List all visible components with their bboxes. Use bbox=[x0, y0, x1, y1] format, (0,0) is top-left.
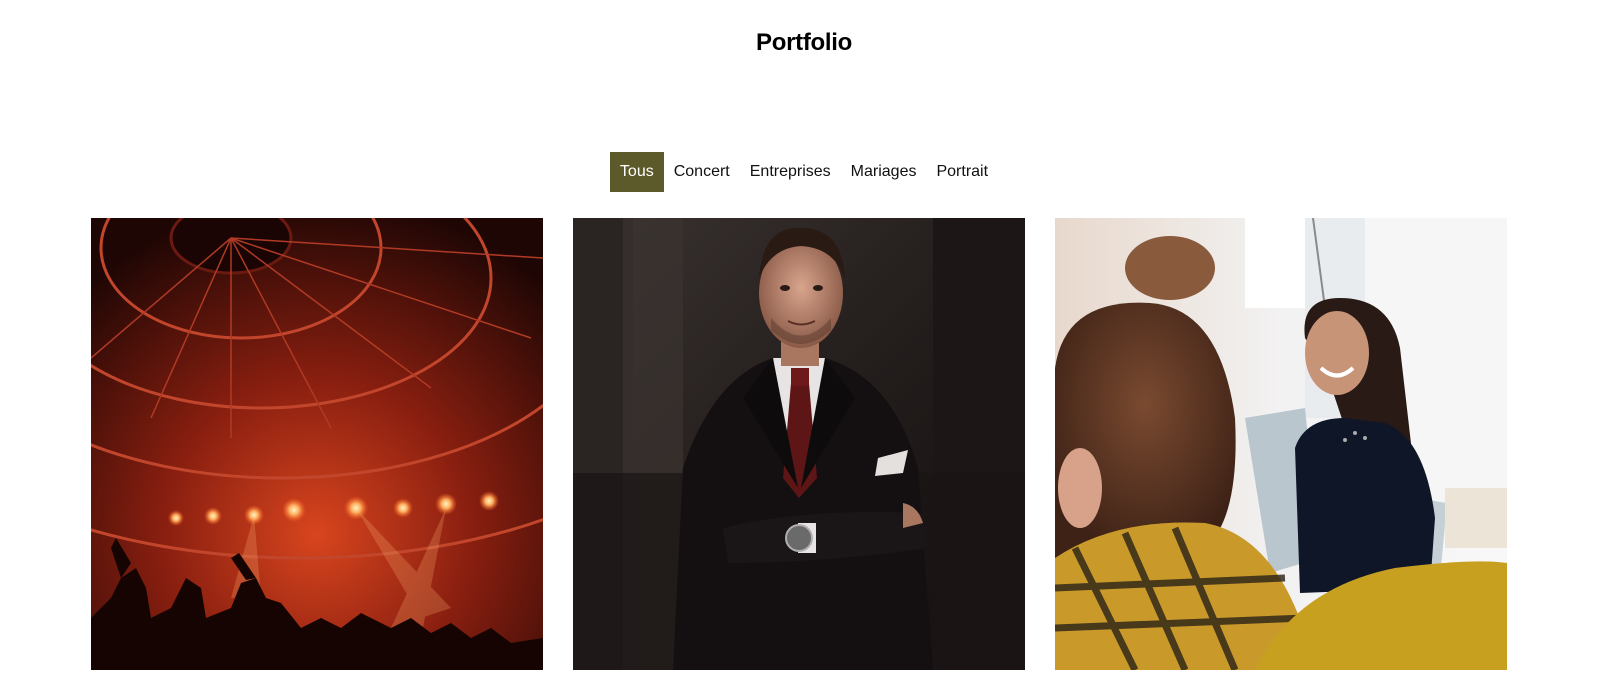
portfolio-page: Portfolio Tous Concert Entreprises Maria… bbox=[0, 0, 1608, 678]
filter-tous-button[interactable]: Tous bbox=[609, 152, 664, 192]
portfolio-item-portrait[interactable] bbox=[573, 218, 1025, 670]
businessman-portrait-photo bbox=[573, 218, 1025, 670]
portfolio-grid bbox=[91, 218, 1507, 670]
portfolio-item-entreprises[interactable] bbox=[1055, 218, 1507, 670]
filter-mariages-button[interactable]: Mariages bbox=[841, 152, 927, 192]
portfolio-filter-bar: Tous Concert Entreprises Mariages Portra… bbox=[0, 152, 1608, 192]
office-meeting-photo bbox=[1055, 218, 1507, 670]
concert-stage-photo bbox=[91, 218, 543, 670]
portfolio-item-concert[interactable] bbox=[91, 218, 543, 670]
filter-concert-button[interactable]: Concert bbox=[664, 152, 740, 192]
page-title: Portfolio bbox=[756, 29, 852, 56]
filter-entreprises-button[interactable]: Entreprises bbox=[740, 152, 841, 192]
filter-portrait-button[interactable]: Portrait bbox=[926, 152, 998, 192]
